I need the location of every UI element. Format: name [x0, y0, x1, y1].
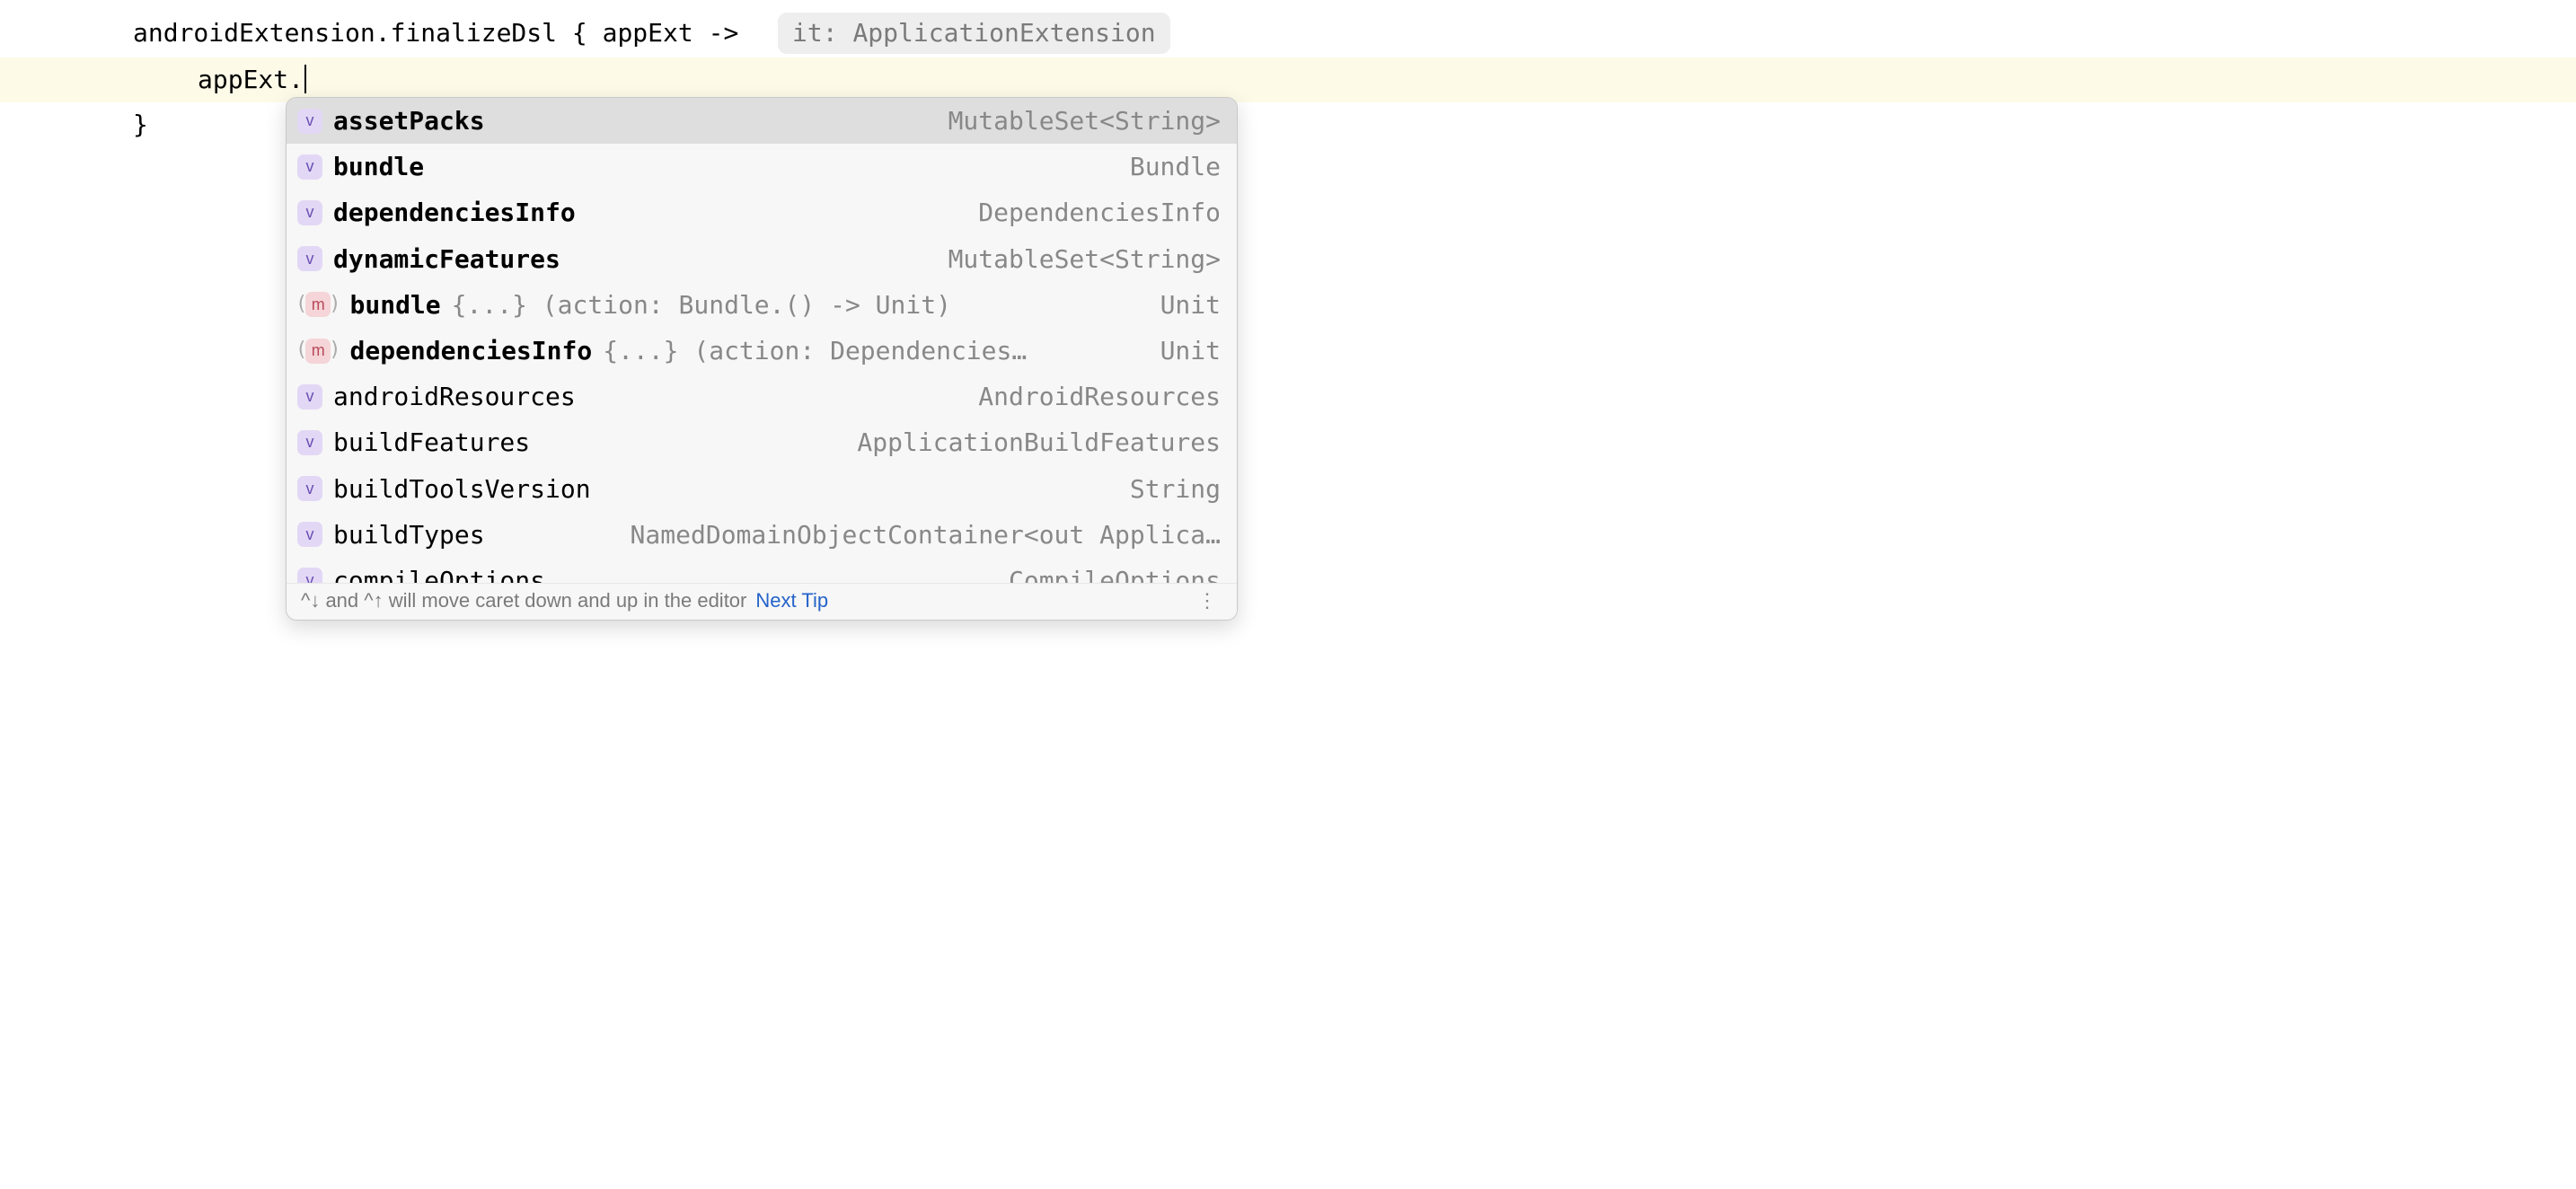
completion-signature: {...} (action: Dependencies… [603, 333, 1027, 368]
completion-name: dynamicFeatures [333, 242, 560, 277]
completion-item[interactable]: v bundle Bundle [287, 144, 1237, 189]
completion-type: MutableSet<String> [927, 103, 1221, 138]
completion-item[interactable]: v buildTypes NamedDomainObjectContainer<… [287, 512, 1237, 558]
property-icon: v [297, 522, 322, 547]
completion-item[interactable]: (m) bundle {...} (action: Bundle.() -> U… [287, 282, 1237, 328]
code-text: androidExtension.finalizeDsl { appExt -> [133, 18, 738, 48]
code-completion-popup: v assetPacks MutableSet<String> v bundle… [286, 97, 1238, 621]
completion-name: bundle [333, 149, 424, 184]
completion-name: buildToolsVersion [333, 471, 591, 506]
completion-type: Bundle [1108, 149, 1221, 184]
completion-item[interactable]: v dependenciesInfo DependenciesInfo [287, 189, 1237, 235]
completion-item[interactable]: v androidResources AndroidResources [287, 374, 1237, 419]
completion-item[interactable]: v dynamicFeatures MutableSet<String> [287, 236, 1237, 282]
completion-name: dependenciesInfo [333, 195, 576, 230]
property-icon: v [297, 246, 322, 271]
completion-name: dependenciesInfo [350, 333, 593, 368]
property-icon: v [297, 568, 322, 583]
completion-name: buildTypes [333, 517, 485, 552]
completion-item[interactable]: v compileOptions CompileOptions [287, 558, 1237, 583]
completion-name: compileOptions [333, 563, 545, 583]
parameter-hint: it: ApplicationExtension [778, 13, 1170, 54]
property-icon: v [297, 476, 322, 501]
method-icon: (m) [297, 291, 340, 319]
completion-item[interactable]: v buildToolsVersion String [287, 466, 1237, 512]
property-icon: v [297, 154, 322, 180]
completion-type: MutableSet<String> [927, 242, 1221, 277]
property-icon: v [297, 384, 322, 410]
completion-item[interactable]: (m) dependenciesInfo {...} (action: Depe… [287, 328, 1237, 374]
completion-name: buildFeatures [333, 425, 530, 460]
code-line-2[interactable]: appExt. [0, 57, 2576, 102]
completion-type: NamedDomainObjectContainer<out Applica… [609, 517, 1221, 552]
footer-hint-text: ^↓ and ^↑ will move caret down and up in… [301, 589, 746, 612]
completion-name: bundle [350, 287, 441, 322]
completion-item[interactable]: v buildFeatures ApplicationBuildFeatures [287, 419, 1237, 465]
completion-item[interactable]: v assetPacks MutableSet<String> [287, 98, 1237, 144]
completion-type: DependenciesInfo [957, 195, 1221, 230]
property-icon: v [297, 200, 322, 225]
completion-signature: {...} (action: Bundle.() -> Unit) [452, 287, 951, 322]
code-text: } [133, 110, 148, 139]
completion-type: CompileOptions [987, 563, 1221, 583]
completion-list[interactable]: v assetPacks MutableSet<String> v bundle… [287, 98, 1237, 583]
code-line-1[interactable]: androidExtension.finalizeDsl { appExt ->… [0, 9, 2576, 57]
completion-type: String [1108, 471, 1221, 506]
completion-type: ApplicationBuildFeatures [835, 425, 1221, 460]
method-icon: (m) [297, 337, 340, 365]
completion-type: AndroidResources [957, 379, 1221, 414]
property-icon: v [297, 430, 322, 455]
code-text: appExt. [198, 65, 304, 94]
completion-footer: ^↓ and ^↑ will move caret down and up in… [287, 583, 1237, 620]
property-icon: v [297, 109, 322, 134]
completion-type: Unit [1139, 287, 1221, 322]
more-icon[interactable]: ⋮ [1194, 589, 1221, 612]
text-cursor [304, 65, 306, 93]
completion-name: assetPacks [333, 103, 485, 138]
next-tip-link[interactable]: Next Tip [755, 589, 828, 612]
completion-type: Unit [1139, 333, 1221, 368]
completion-name: androidResources [333, 379, 576, 414]
